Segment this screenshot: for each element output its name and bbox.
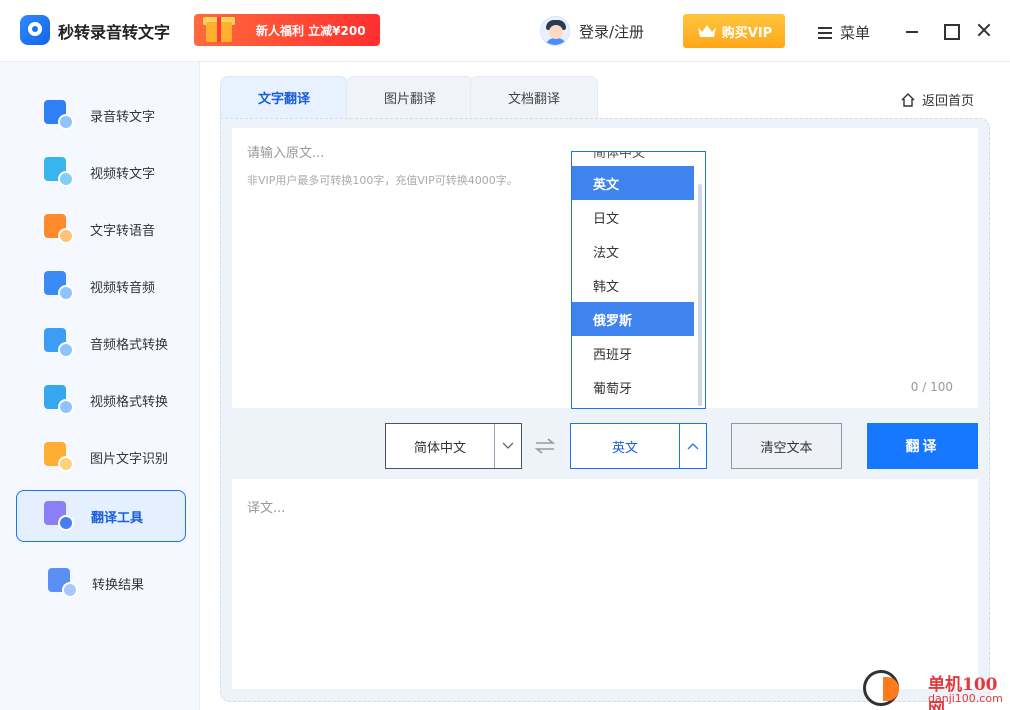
dropdown-option-spanish[interactable]: 西班牙 (572, 336, 694, 370)
app-logo-icon (20, 15, 50, 45)
close-icon[interactable] (974, 20, 994, 40)
buy-vip-button[interactable]: 购买VIP (683, 14, 785, 48)
menu-label: 菜单 (840, 24, 871, 42)
sidebar-item-label: 文字转语音 (90, 223, 156, 239)
sidebar-item-label: 视频格式转换 (90, 394, 169, 410)
clear-text-button[interactable]: 清空文本 (731, 423, 842, 469)
maximize-icon[interactable] (940, 20, 960, 40)
result-icon (48, 568, 78, 598)
sidebar-item-video-to-text[interactable]: 视频转文字 (16, 146, 186, 198)
menu-button[interactable]: 菜单 (818, 22, 870, 43)
translate-button[interactable]: 翻译 (867, 423, 978, 469)
watermark-logo-icon (863, 670, 899, 706)
source-language-value: 简体中文 (413, 440, 466, 456)
video-audio-icon (44, 271, 74, 301)
home-icon (901, 92, 915, 107)
source-language-select[interactable]: 简体中文 (385, 423, 522, 469)
char-counter: 0 / 100 (910, 380, 953, 394)
sidebar-item-label: 转换结果 (92, 577, 145, 593)
minimize-icon[interactable] (902, 20, 922, 40)
sidebar-item-text-to-speech[interactable]: 文字转语音 (16, 203, 186, 255)
promo-text: 新人福利 立减¥200 (256, 24, 366, 38)
sidebar-item-label: 翻译工具 (91, 510, 144, 526)
avatar-icon (540, 16, 570, 46)
back-home-link[interactable]: 返回首页 (900, 90, 974, 109)
tab-text-translate[interactable]: 文字翻译 (220, 76, 348, 118)
sidebar-item-results[interactable]: 转换结果 (16, 557, 186, 609)
sidebar-item-label: 图片文字识别 (90, 451, 169, 467)
text-speech-icon (44, 214, 74, 244)
login-button[interactable]: 登录/注册 (540, 16, 644, 46)
chevron-up-icon[interactable] (679, 424, 706, 468)
video-convert-icon (44, 385, 74, 415)
login-label: 登录/注册 (579, 22, 645, 41)
sidebar-item-label: 视频转音频 (90, 280, 156, 296)
output-placeholder: 译文... (247, 501, 286, 516)
sidebar: 录音转文字 视频转文字 文字转语音 视频转音频 音频格式转换 视频格式转换 图片… (0, 62, 200, 710)
target-language-dropdown[interactable]: 简体中文 英文 日文 法文 韩文 俄罗斯 西班牙 葡萄牙 (571, 151, 706, 409)
sidebar-item-label: 视频转文字 (90, 166, 156, 182)
target-language-value: 英文 (611, 440, 638, 456)
promo-banner[interactable]: 新人福利 立减¥200 (194, 14, 380, 46)
sidebar-item-translate[interactable]: 翻译工具 (16, 490, 186, 542)
gift-icon (198, 12, 238, 46)
sidebar-item-label: 录音转文字 (90, 109, 156, 125)
sidebar-item-record-to-text[interactable]: 录音转文字 (16, 89, 186, 141)
source-placeholder: 请输入原文... (247, 146, 325, 161)
dropdown-option-english[interactable]: 英文 (572, 166, 694, 200)
dropdown-option-french[interactable]: 法文 (572, 234, 694, 268)
translate-icon (44, 501, 74, 531)
dropdown-option-korean[interactable]: 韩文 (572, 268, 694, 302)
dropdown-scrollbar[interactable] (698, 184, 702, 406)
watermark: 单机100网 danji100.com (860, 668, 1010, 710)
video-text-icon (44, 157, 74, 187)
tab-image-translate[interactable]: 图片翻译 (346, 76, 474, 118)
swap-languages-icon[interactable] (533, 436, 557, 456)
audio-convert-icon (44, 328, 74, 358)
image-ocr-icon (44, 442, 74, 472)
sidebar-item-video-convert[interactable]: 视频格式转换 (16, 374, 186, 426)
sidebar-item-video-to-audio[interactable]: 视频转音频 (16, 260, 186, 312)
vip-limit-hint: 非VIP用户最多可转换100字，充值VIP可转换4000字。 (247, 174, 518, 187)
chevron-down-icon[interactable] (494, 424, 521, 468)
sidebar-item-image-ocr[interactable]: 图片文字识别 (16, 431, 186, 483)
title-bar: 秒转录音转文字 新人福利 立减¥200 登录/注册 购买VIP 菜单 (0, 0, 1010, 62)
watermark-line2: danji100.com (928, 692, 1003, 705)
buy-vip-label: 购买VIP (721, 25, 773, 41)
app-title: 秒转录音转文字 (58, 23, 171, 42)
back-home-label: 返回首页 (922, 94, 975, 109)
translation-output-area[interactable]: 译文... (232, 479, 978, 689)
mic-text-icon (44, 100, 74, 130)
tab-doc-translate[interactable]: 文档翻译 (470, 76, 598, 118)
target-language-select[interactable]: 英文 (570, 423, 707, 469)
sidebar-item-audio-convert[interactable]: 音频格式转换 (16, 317, 186, 369)
dropdown-option-russian[interactable]: 俄罗斯 (572, 302, 694, 336)
crown-icon (696, 23, 718, 39)
dropdown-option-portuguese[interactable]: 葡萄牙 (572, 370, 694, 404)
dropdown-option-japanese[interactable]: 日文 (572, 200, 694, 234)
sidebar-item-label: 音频格式转换 (90, 337, 169, 353)
hamburger-icon (818, 26, 832, 39)
